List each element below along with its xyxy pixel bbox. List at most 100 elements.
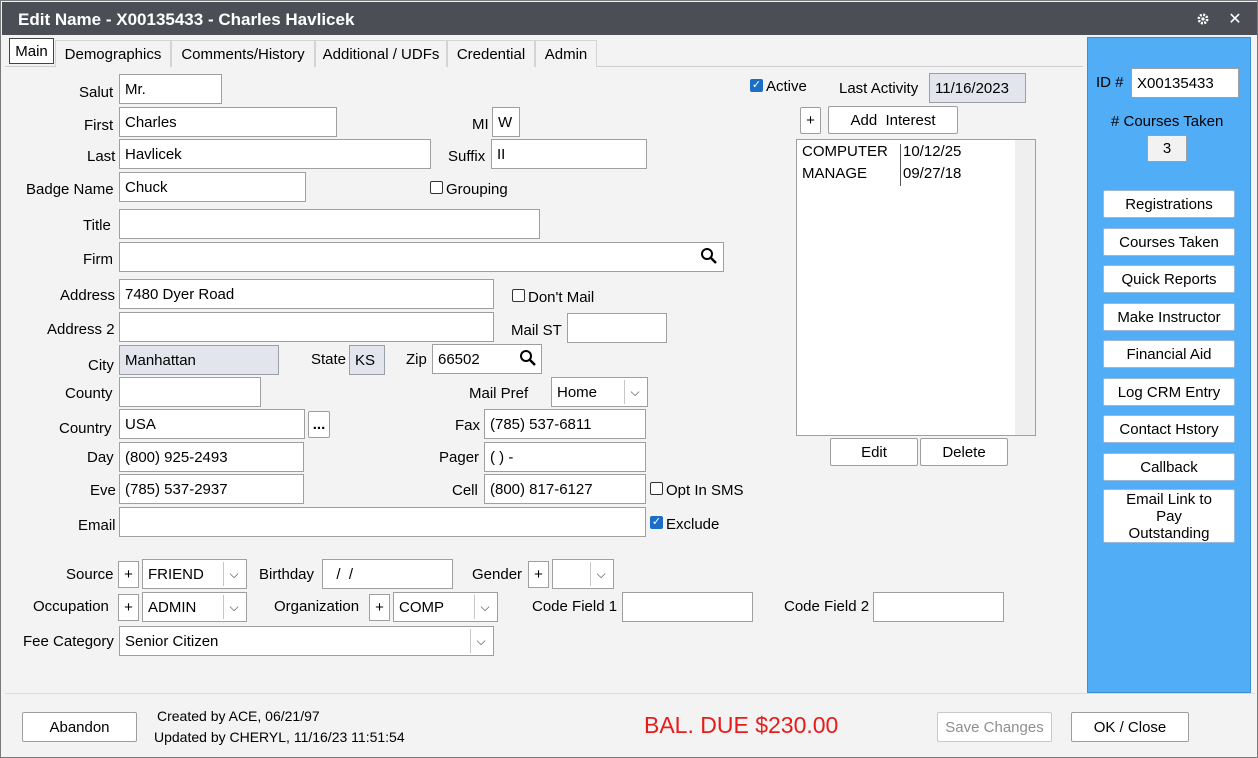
abandon-button[interactable]: Abandon: [22, 712, 137, 742]
pager-field[interactable]: ( ) -: [484, 442, 646, 472]
id-label: ID #: [1096, 74, 1124, 91]
code-field-2-input[interactable]: [873, 592, 1004, 622]
active-checkbox[interactable]: ✓: [750, 79, 763, 92]
registrations-button[interactable]: Registrations: [1103, 190, 1235, 218]
footer-bar: [5, 693, 1255, 755]
address-field[interactable]: 7480 Dyer Road: [119, 279, 494, 309]
title-label: Title: [83, 217, 111, 234]
exclude-checkbox[interactable]: ✓: [650, 516, 663, 529]
city-field[interactable]: Manhattan: [119, 345, 279, 375]
interest-name: MANAGE: [802, 165, 868, 182]
tab-comments-history[interactable]: Comments/History: [171, 40, 315, 67]
chevron-down-icon: ⌵: [590, 562, 611, 586]
email-field[interactable]: [119, 507, 646, 537]
occupation-label: Occupation: [33, 598, 109, 615]
edit-interest-button[interactable]: Edit: [830, 438, 918, 466]
last-name-field[interactable]: Havlicek: [119, 139, 431, 169]
state-field[interactable]: KS: [349, 345, 385, 375]
add-source-button[interactable]: +: [118, 561, 139, 588]
ok-close-button[interactable]: OK / Close: [1071, 712, 1189, 742]
mail-pref-select[interactable]: Home ⌵: [551, 377, 648, 407]
suffix-label: Suffix: [448, 148, 486, 165]
add-organization-button[interactable]: +: [369, 594, 390, 621]
edit-name-window: Edit Name - X00135433 - Charles Havlicek…: [0, 0, 1258, 758]
interest-list[interactable]: COMPUTER 10/12/25 MANAGE 09/27/18: [796, 139, 1036, 436]
cell-phone-field[interactable]: (800) 817-6127: [484, 474, 646, 504]
courses-taken-button[interactable]: Courses Taken: [1103, 228, 1235, 256]
financial-aid-button[interactable]: Financial Aid: [1103, 340, 1235, 368]
chevron-down-icon: ⌵: [474, 595, 495, 619]
suffix-field[interactable]: II: [491, 139, 647, 169]
opt-in-sms-checkbox[interactable]: [650, 482, 663, 495]
email-label: Email: [78, 517, 116, 534]
tab-credential[interactable]: Credential: [447, 40, 535, 67]
make-instructor-button[interactable]: Make Instructor: [1103, 303, 1235, 331]
tab-additional-udfs[interactable]: Additional / UDFs: [315, 40, 447, 67]
code-field-1-input[interactable]: [622, 592, 753, 622]
window-title: Edit Name - X00135433 - Charles Havlicek: [18, 10, 355, 29]
dont-mail-checkbox[interactable]: [512, 289, 525, 302]
tab-main[interactable]: Main: [9, 38, 54, 64]
add-gender-button[interactable]: +: [528, 561, 549, 588]
firm-field[interactable]: [119, 242, 724, 272]
badge-name-label: Badge Name: [26, 181, 114, 198]
callback-button[interactable]: Callback: [1103, 453, 1235, 481]
tab-admin[interactable]: Admin: [535, 40, 597, 67]
mail-st-field[interactable]: [567, 313, 667, 343]
email-link-pay-outstanding-button[interactable]: Email Link to Pay Outstanding: [1103, 489, 1235, 543]
address-2-field[interactable]: [119, 312, 494, 342]
add-occupation-button[interactable]: +: [118, 594, 139, 621]
gender-label: Gender: [472, 566, 523, 583]
day-phone-field[interactable]: (800) 925-2493: [119, 442, 304, 472]
close-icon[interactable]: ✕: [1218, 2, 1252, 35]
mail-st-label: Mail ST: [511, 322, 562, 339]
organization-select[interactable]: COMP ⌵: [393, 592, 498, 622]
save-changes-button[interactable]: Save Changes: [937, 712, 1052, 742]
source-select[interactable]: FRIEND ⌵: [142, 559, 247, 589]
chevron-down-icon: ⌵: [223, 595, 244, 619]
delete-interest-button[interactable]: Delete: [920, 438, 1008, 466]
interest-list-scrollbar[interactable]: [1015, 140, 1035, 435]
salut-field[interactable]: Mr.: [119, 74, 222, 104]
grouping-checkbox[interactable]: [430, 181, 443, 194]
eve-label: Eve: [90, 482, 116, 499]
chevron-down-icon: ⌵: [223, 562, 244, 586]
zip-search-icon[interactable]: [519, 349, 537, 371]
eve-phone-field[interactable]: (785) 537-2937: [119, 474, 304, 504]
gender-select[interactable]: ⌵: [552, 559, 614, 589]
chevron-down-icon: ⌵: [470, 629, 491, 653]
gear-icon[interactable]: [1186, 2, 1220, 35]
day-label: Day: [87, 449, 114, 466]
updated-by-text: Updated by CHERYL, 11/16/23 11:51:54: [154, 729, 405, 745]
birthday-field[interactable]: / /: [322, 559, 453, 589]
tab-demographics[interactable]: Demographics: [55, 40, 171, 67]
balance-due: BAL. DUE $230.00: [644, 712, 839, 738]
last-activity-field: 11/16/2023: [929, 73, 1026, 103]
country-more-button[interactable]: ...: [308, 411, 330, 438]
grouping-label: Grouping: [446, 181, 508, 198]
zip-label: Zip: [406, 351, 427, 368]
created-by-text: Created by ACE, 06/21/97: [157, 708, 320, 724]
source-value: FRIEND: [148, 565, 204, 583]
first-name-field[interactable]: Charles: [119, 107, 337, 137]
firm-search-icon[interactable]: [700, 247, 718, 269]
add-interest-button[interactable]: Add Interest: [828, 106, 958, 134]
county-field[interactable]: [119, 377, 261, 407]
interest-name: COMPUTER: [802, 143, 888, 160]
quick-reports-button[interactable]: Quick Reports: [1103, 265, 1235, 293]
mail-pref-value: Home: [557, 383, 598, 401]
log-crm-entry-button[interactable]: Log CRM Entry: [1103, 378, 1235, 406]
column-divider: [900, 144, 901, 186]
city-label: City: [88, 357, 114, 374]
add-interest-plus-button[interactable]: +: [800, 107, 821, 134]
title-field[interactable]: [119, 209, 540, 239]
mi-field[interactable]: W: [492, 107, 520, 137]
occupation-select[interactable]: ADMIN ⌵: [142, 592, 247, 622]
contact-history-button[interactable]: Contact Hstory: [1103, 415, 1235, 443]
fax-field[interactable]: (785) 537-6811: [484, 409, 646, 439]
country-field[interactable]: USA: [119, 409, 305, 439]
id-field[interactable]: X00135433: [1131, 68, 1239, 98]
badge-name-field[interactable]: Chuck: [119, 172, 306, 202]
fee-category-select[interactable]: Senior Citizen ⌵: [119, 626, 494, 656]
organization-value: COMP: [399, 598, 444, 616]
